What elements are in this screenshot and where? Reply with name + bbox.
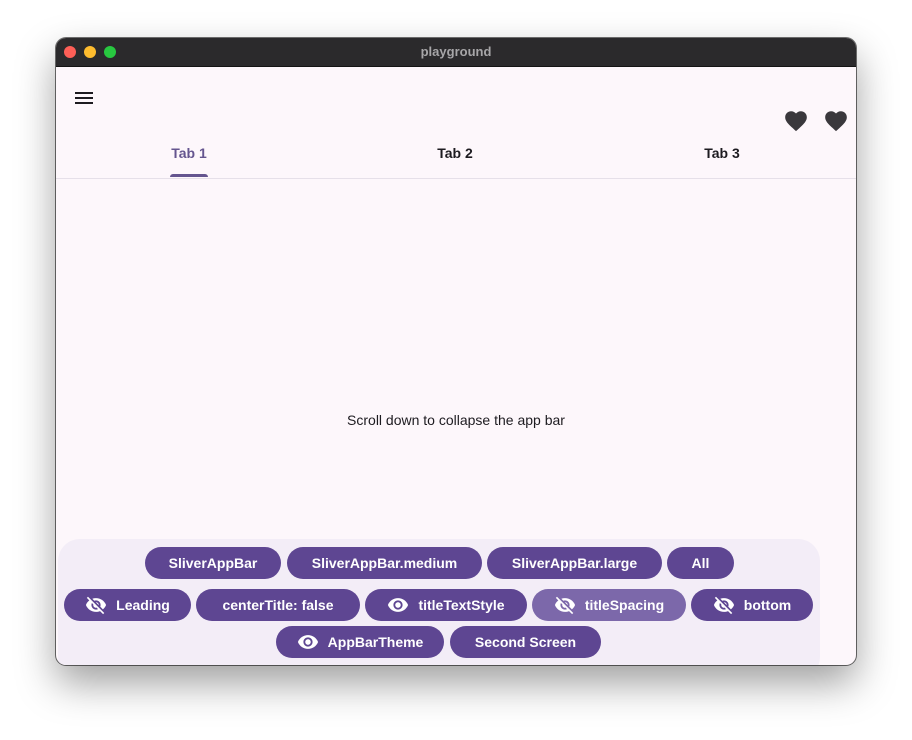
tab-indicator bbox=[170, 174, 208, 177]
heart-icon bbox=[825, 111, 847, 132]
tab-1[interactable]: Tab 1 bbox=[56, 138, 322, 178]
button-label: bottom bbox=[743, 597, 792, 613]
center-title-button[interactable]: centerTitle: false bbox=[196, 589, 360, 621]
sliverappbar-large-button[interactable]: SliverAppBar.large bbox=[487, 547, 662, 579]
window-title: playground bbox=[420, 44, 492, 59]
visibility-off-icon bbox=[713, 594, 735, 616]
title-text-style-toggle-button[interactable]: titleTextStyle bbox=[365, 589, 527, 621]
heart-icon bbox=[785, 111, 807, 132]
sliverappbar-medium-button[interactable]: SliverAppBar.medium bbox=[287, 547, 482, 579]
body-message: Scroll down to collapse the app bar bbox=[347, 412, 565, 428]
controls-panel: SliverAppBar SliverAppBar.medium SliverA… bbox=[58, 539, 820, 665]
visibility-icon bbox=[387, 594, 409, 616]
sliverappbar-button[interactable]: SliverAppBar bbox=[145, 547, 281, 579]
button-label: titleTextStyle bbox=[418, 597, 505, 613]
visibility-off-icon bbox=[85, 594, 107, 616]
button-label: centerTitle: false bbox=[222, 597, 334, 613]
all-button[interactable]: All bbox=[667, 547, 734, 579]
title-spacing-toggle-button[interactable]: titleSpacing bbox=[532, 589, 686, 621]
visibility-off-icon bbox=[554, 594, 576, 616]
button-label: Leading bbox=[116, 597, 170, 613]
appbar-theme-toggle-button[interactable]: AppBarTheme bbox=[276, 626, 444, 658]
button-label: All bbox=[691, 555, 710, 571]
visibility-icon bbox=[297, 631, 319, 653]
tab-3[interactable]: Tab 3 bbox=[589, 138, 855, 178]
favorite-button-1[interactable] bbox=[783, 108, 809, 134]
button-label: SliverAppBar bbox=[168, 555, 258, 571]
app-window: playground Tab 1 Tab 2 Tab 3 Scroll down… bbox=[56, 38, 856, 665]
title-bar: playground bbox=[56, 38, 856, 67]
button-label: Second Screen bbox=[474, 634, 577, 650]
button-label: SliverAppBar.medium bbox=[311, 555, 458, 571]
leading-toggle-button[interactable]: Leading bbox=[64, 589, 191, 621]
button-label: titleSpacing bbox=[584, 597, 665, 613]
bottom-toggle-button[interactable]: bottom bbox=[691, 589, 813, 621]
hamburger-menu-icon bbox=[75, 92, 93, 104]
tab-2[interactable]: Tab 2 bbox=[322, 138, 588, 178]
button-label: SliverAppBar.large bbox=[511, 555, 638, 571]
button-label: AppBarTheme bbox=[327, 634, 424, 650]
tab-bar: Tab 1 Tab 2 Tab 3 bbox=[56, 138, 856, 179]
favorite-button-2[interactable] bbox=[823, 108, 849, 134]
second-screen-button[interactable]: Second Screen bbox=[450, 626, 601, 658]
menu-button[interactable] bbox=[70, 84, 98, 112]
